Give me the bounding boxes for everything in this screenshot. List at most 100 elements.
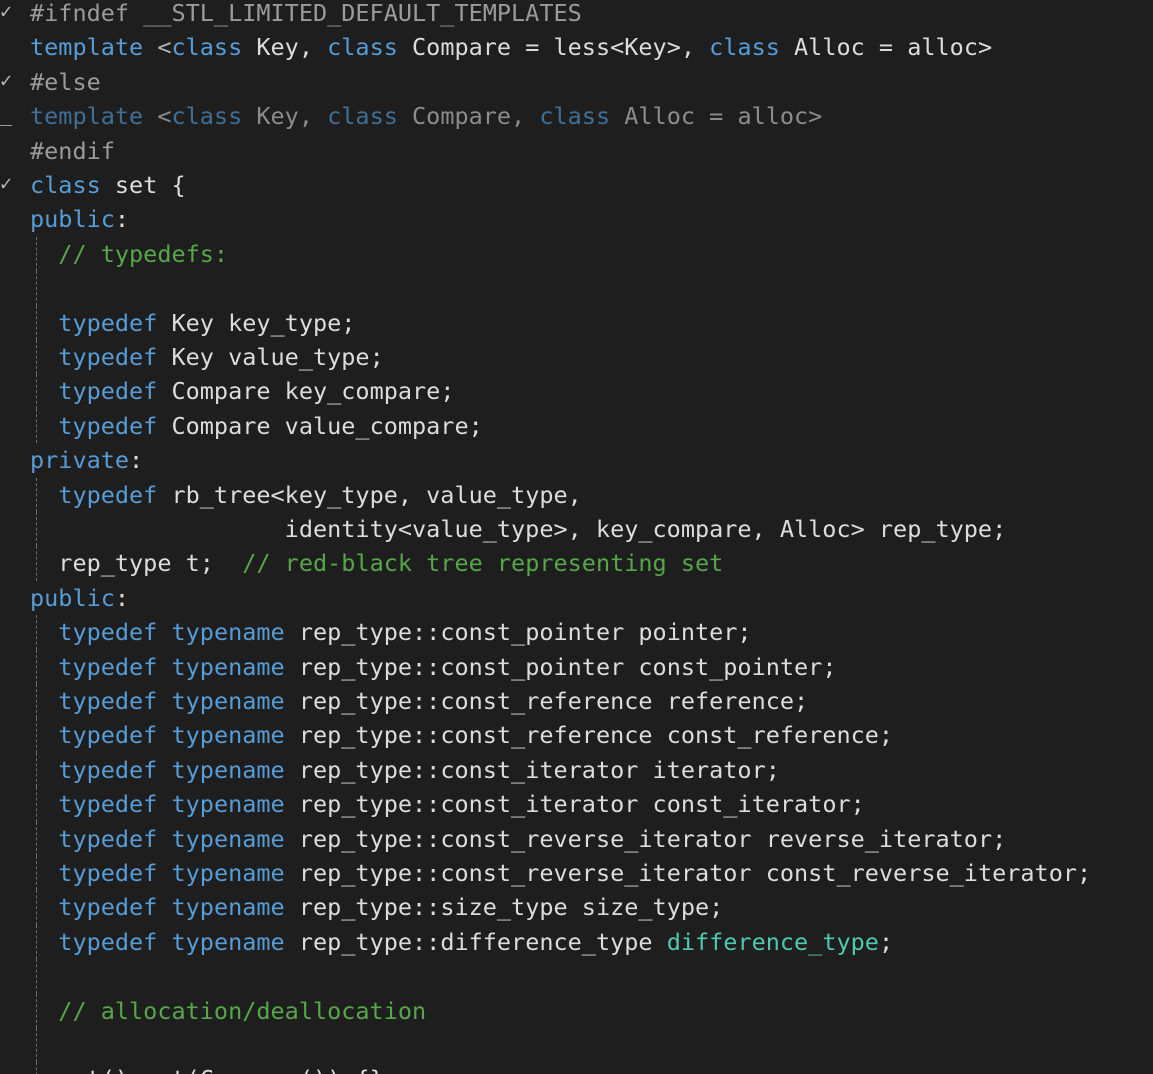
- code-text: // allocation/deallocation: [30, 994, 426, 1028]
- code-token: class: [171, 102, 243, 131]
- code-token: difference_type: [666, 927, 879, 956]
- code-token: set() : t(Compare()) {}: [30, 1065, 383, 1074]
- code-token: Key,: [242, 102, 328, 131]
- code-text: template <class Key, class Compare = les…: [30, 30, 992, 64]
- code-line[interactable]: typedef typename rep_type::const_iterato…: [0, 752, 1153, 788]
- code-line[interactable]: typedef Compare value_compare;: [0, 408, 1153, 444]
- code-text: typedef typename rep_type::const_iterato…: [30, 753, 780, 787]
- code-text: typedef Compare value_compare;: [30, 409, 482, 443]
- code-token: rep_type::difference_type: [284, 927, 667, 956]
- code-token: rep_type::const_reverse_iterator const_r…: [284, 859, 1092, 887]
- indent-guide: [36, 959, 37, 994]
- code-token: typedef: [58, 859, 158, 887]
- code-token: typename: [171, 687, 285, 715]
- code-line[interactable]: typedef Key key_type;: [0, 305, 1153, 340]
- code-line[interactable]: typedef Key value_type;: [0, 340, 1153, 375]
- code-line[interactable]: [0, 271, 1153, 306]
- code-line[interactable]: typedef typename rep_type::const_pointer…: [0, 615, 1153, 650]
- code-line[interactable]: private:: [0, 443, 1153, 477]
- code-line[interactable]: typedef typename rep_type::const_reverse…: [0, 821, 1153, 856]
- code-line[interactable]: ✓ class set {: [0, 168, 1153, 202]
- code-line[interactable]: rep_type t; // red-black tree representi…: [0, 546, 1153, 581]
- code-token: class: [709, 33, 780, 62]
- code-line[interactable]: typedef typename rep_type::const_reverse…: [0, 856, 1153, 891]
- code-line[interactable]: public:: [0, 202, 1153, 236]
- code-text: typedef Compare key_compare;: [30, 374, 454, 408]
- code-text: #else: [30, 65, 101, 99]
- code-token: // typedefs:: [58, 239, 229, 268]
- code-token: typename: [171, 721, 285, 750]
- code-line[interactable]: // allocation/deallocation: [0, 993, 1153, 1028]
- code-line[interactable]: [0, 1028, 1153, 1063]
- code-text: public:: [30, 581, 129, 615]
- code-line[interactable]: ✓ #else: [0, 65, 1153, 99]
- fold-marker-icon[interactable]: ✓: [0, 65, 12, 99]
- code-token: typedef: [58, 755, 158, 784]
- code-line[interactable]: identity<value_type>, key_compare, Alloc…: [0, 512, 1153, 547]
- code-token: #ifndef __STL_LIMITED_DEFAULT_TEMPLATES: [30, 0, 582, 27]
- code-token: typedef: [58, 480, 158, 509]
- fold-marker-icon[interactable]: ✓: [0, 0, 12, 30]
- code-line[interactable]: typedef rb_tree<key_type, value_type,: [0, 477, 1153, 512]
- code-editor[interactable]: ✓ #ifndef __STL_LIMITED_DEFAULT_TEMPLATES…: [0, 0, 1153, 1074]
- code-line[interactable]: typedef typename rep_type::const_iterato…: [0, 787, 1153, 822]
- code-line[interactable]: #endif: [0, 134, 1153, 168]
- fold-marker-icon[interactable]: ✓: [0, 168, 12, 202]
- code-text: typedef Key value_type;: [30, 340, 383, 374]
- code-token: Compare key_compare;: [157, 377, 455, 406]
- code-line[interactable]: template <class Key, class Compare = les…: [0, 30, 1153, 64]
- code-text: identity<value_type>, key_compare, Alloc…: [30, 512, 1007, 546]
- code-token: template: [30, 33, 144, 62]
- code-line[interactable]: public:: [0, 581, 1153, 615]
- code-token: typename: [171, 893, 285, 922]
- code-line[interactable]: typedef typename rep_type::difference_ty…: [0, 924, 1153, 960]
- code-token: typename: [171, 652, 285, 681]
- code-text: #ifndef __STL_LIMITED_DEFAULT_TEMPLATES: [30, 0, 582, 30]
- code-text: typedef typename rep_type::const_iterato…: [30, 787, 865, 821]
- code-text: typedef Key key_type;: [30, 306, 355, 340]
- code-token: typedef: [58, 411, 158, 440]
- code-line[interactable]: typedef Compare key_compare;: [0, 374, 1153, 409]
- code-token: set {: [100, 171, 186, 199]
- code-token: Key key_type;: [157, 308, 356, 337]
- code-text: public:: [30, 202, 129, 236]
- code-token: rep_type::const_iterator const_iterator;: [284, 790, 865, 819]
- code-line[interactable]: _ template <class Key, class Compare, cla…: [0, 99, 1153, 133]
- code-token: typename: [171, 859, 285, 887]
- indent-guide: [36, 271, 37, 306]
- code-line[interactable]: // typedefs:: [0, 236, 1153, 272]
- code-text: template <class Key, class Compare, clas…: [30, 99, 822, 133]
- code-text: set() : t(Compare()) {}: [30, 1062, 383, 1074]
- code-line[interactable]: typedef typename rep_type::size_type siz…: [0, 890, 1153, 925]
- code-text: class set {: [30, 168, 186, 202]
- code-line[interactable]: typedef typename rep_type::const_referen…: [0, 718, 1153, 753]
- code-line[interactable]: typedef typename rep_type::const_pointer…: [0, 649, 1153, 684]
- indent-guide: [36, 1028, 37, 1063]
- code-line[interactable]: [0, 959, 1153, 994]
- code-token: typedef: [58, 927, 158, 956]
- code-text: // typedefs:: [30, 237, 228, 271]
- fold-marker-icon[interactable]: _: [0, 99, 12, 133]
- code-token: rep_type::const_reverse_iterator reverse…: [284, 824, 1007, 853]
- code-token: template: [30, 102, 144, 131]
- code-token: Alloc = alloc>: [779, 33, 993, 62]
- code-line[interactable]: ✓ #ifndef __STL_LIMITED_DEFAULT_TEMPLATES: [0, 0, 1153, 30]
- code-line[interactable]: set() : t(Compare()) {}: [0, 1062, 1153, 1074]
- code-token: class: [539, 102, 611, 131]
- code-line[interactable]: typedef typename rep_type::const_referen…: [0, 684, 1153, 719]
